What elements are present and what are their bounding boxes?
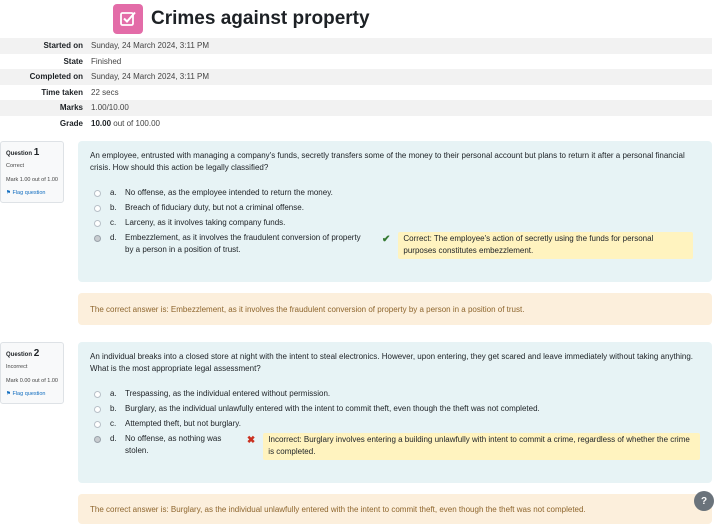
flag-icon: ⚑ <box>6 190 11 197</box>
flag-question-link[interactable]: ⚑ Flag question <box>6 190 58 198</box>
page-title: Crimes against property <box>151 8 370 29</box>
question-text: An individual breaks into a closed store… <box>90 352 694 374</box>
option-text: Embezzlement, as it involves the fraudul… <box>125 232 361 255</box>
question-prefix: Question <box>6 352 33 358</box>
incorrect-cross-icon: ✖ <box>246 434 256 446</box>
question-status: Incorrect <box>6 364 28 370</box>
option-text: No offense, as the employee intended to … <box>125 187 333 197</box>
answer-option-d[interactable]: d. No offense, as nothing was stolen. ✖ … <box>90 432 700 462</box>
question-1-content: An employee, entrusted with managing a c… <box>78 141 712 282</box>
question-text: An employee, entrusted with managing a c… <box>90 151 685 173</box>
radio-button[interactable] <box>94 390 101 398</box>
question-num: 1 <box>33 147 40 158</box>
radio-button-selected[interactable] <box>94 234 101 242</box>
option-text: Breach of fiduciary duty, but not a crim… <box>125 202 304 212</box>
option-letter: a. <box>110 388 117 398</box>
answer-option-a[interactable]: a. Trespassing, as the individual entere… <box>90 388 700 403</box>
flag-icon: ⚑ <box>6 391 11 398</box>
question-2-content: An individual breaks into a closed store… <box>78 342 712 483</box>
grade-value: 10.00 <box>91 118 112 128</box>
radio-button-selected[interactable] <box>94 435 101 443</box>
option-text: Burglary, as the individual unlawfully e… <box>125 403 540 413</box>
correct-answer-box: The correct answer is: Embezzlement, as … <box>78 293 712 325</box>
help-button[interactable]: ? <box>694 491 714 511</box>
question-status: Correct <box>6 163 25 169</box>
summary-row-grade: Grade 10.00 out of 100.00 <box>0 116 712 132</box>
option-letter: b. <box>110 403 117 413</box>
question-number: Question 2 <box>6 347 58 361</box>
radio-button[interactable] <box>94 420 101 428</box>
question-2-info: Question 2 Incorrect Mark 0.00 out of 1.… <box>0 342 64 405</box>
option-letter: d. <box>110 433 117 443</box>
page-header: Crimes against property <box>113 4 370 34</box>
correct-check-icon: ✔ <box>382 233 391 245</box>
option-text: No offense, as nothing was stolen. <box>125 433 222 456</box>
summary-value: Finished <box>91 56 122 66</box>
option-letter: c. <box>110 217 117 227</box>
answer-option-d[interactable]: d. Embezzlement, as it involves the frau… <box>90 231 700 261</box>
summary-row-started: Started on Sunday, 24 March 2024, 3:11 PM <box>0 38 712 54</box>
summary-value: Sunday, 24 March 2024, 3:11 PM <box>91 41 209 51</box>
summary-row-completed: Completed on Sunday, 24 March 2024, 3:11 … <box>0 69 712 85</box>
answer-feedback: Correct: The employee's action of secret… <box>398 231 694 259</box>
question-num: 2 <box>33 348 40 359</box>
option-text: Attempted theft, but not burglary. <box>125 418 241 428</box>
answer-option-c[interactable]: c. Attempted theft, but not burglary. <box>90 418 700 433</box>
question-mark: Mark 0.00 out of 1.00 <box>6 377 58 384</box>
radio-button[interactable] <box>94 405 101 413</box>
question-mark-icon: ? <box>700 495 708 507</box>
answer-option-b[interactable]: b. Burglary, as the individual unlawfull… <box>90 403 700 418</box>
summary-value: Sunday, 24 March 2024, 3:11 PM <box>91 72 209 82</box>
answer-option-a[interactable]: a. No offense, as the employee intended … <box>90 187 700 202</box>
option-letter: c. <box>110 418 117 428</box>
grade-out-of: out of 100.00 <box>111 118 160 128</box>
summary-label: Grade <box>59 118 83 128</box>
summary-value: 22 secs <box>91 87 119 97</box>
quiz-icon <box>113 4 143 34</box>
question-1-info: Question 1 Correct Mark 1.00 out of 1.00… <box>0 141 64 204</box>
correct-answer-box: The correct answer is: Burglary, as the … <box>78 494 712 524</box>
flag-label: Flag question <box>12 391 46 398</box>
summary-label: Started on <box>43 41 83 51</box>
summary-row-time: Time taken 22 secs <box>0 85 712 101</box>
radio-button[interactable] <box>94 189 101 197</box>
option-letter: a. <box>110 187 117 197</box>
summary-row-state: State Finished <box>0 54 712 70</box>
question-number: Question 1 <box>6 146 58 160</box>
summary-label: State <box>63 56 83 66</box>
flag-label: Flag question <box>12 190 46 197</box>
answer-feedback: Incorrect: Burglary involves entering a … <box>263 432 700 460</box>
option-text: Larceny, as it involves taking company f… <box>125 217 286 227</box>
option-text: Trespassing, as the individual entered w… <box>125 388 331 398</box>
radio-button[interactable] <box>94 219 101 227</box>
summary-value: 1.00/10.00 <box>91 103 129 113</box>
flag-question-link[interactable]: ⚑ Flag question <box>6 391 58 399</box>
option-letter: b. <box>110 202 117 212</box>
radio-button[interactable] <box>94 204 101 212</box>
summary-label: Marks <box>59 103 83 113</box>
question-prefix: Question <box>6 151 33 157</box>
summary-label: Time taken <box>41 87 83 97</box>
summary-label: Completed on <box>29 72 83 82</box>
question-mark: Mark 1.00 out of 1.00 <box>6 176 58 183</box>
summary-value: 10.00 out of 100.00 <box>89 116 712 132</box>
answer-option-c[interactable]: c. Larceny, as it involves taking compan… <box>90 217 700 232</box>
option-letter: d. <box>110 232 117 242</box>
attempt-summary-table: Started on Sunday, 24 March 2024, 3:11 PM… <box>0 38 712 131</box>
summary-row-marks: Marks 1.00/10.00 <box>0 100 712 116</box>
answer-option-b[interactable]: b. Breach of fiduciary duty, but not a c… <box>90 202 700 217</box>
